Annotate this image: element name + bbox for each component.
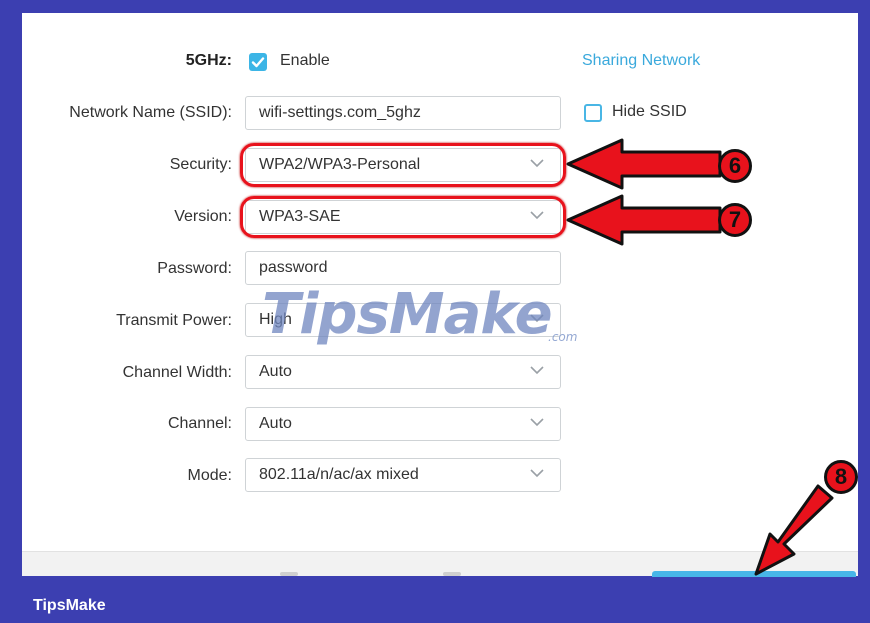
password-label: Password: bbox=[157, 260, 232, 277]
hide-ssid-checkbox[interactable] bbox=[584, 104, 602, 122]
mode-select[interactable]: 802.11a/n/ac/ax mixed bbox=[245, 458, 561, 492]
arrow-pointer-icon bbox=[566, 138, 722, 190]
channel-label: Channel: bbox=[167, 415, 232, 432]
ssid-label: Network Name (SSID): bbox=[69, 104, 232, 121]
chevron-down-icon bbox=[530, 418, 544, 427]
check-icon bbox=[251, 57, 265, 68]
sharing-network-link[interactable]: Sharing Network bbox=[582, 52, 700, 70]
step-6-badge: 6 bbox=[718, 149, 752, 183]
channel-width-select[interactable]: Auto bbox=[245, 355, 561, 389]
enable-checkbox[interactable] bbox=[249, 53, 267, 71]
password-input[interactable]: password bbox=[245, 251, 561, 285]
hide-ssid-label: Hide SSID bbox=[612, 103, 687, 120]
watermark-suffix: .com bbox=[548, 330, 578, 344]
channel-width-label: Channel Width: bbox=[122, 364, 232, 381]
watermark-logo: TipsMake bbox=[262, 282, 553, 347]
mode-value: 802.11a/n/ac/ax mixed bbox=[259, 466, 419, 483]
channel-select[interactable]: Auto bbox=[245, 407, 561, 441]
channel-width-value: Auto bbox=[259, 363, 292, 380]
band-label: 5GHz: bbox=[185, 52, 232, 69]
step-8-badge: 8 bbox=[824, 460, 858, 494]
security-highlight bbox=[240, 143, 566, 187]
arrow-pointer-icon bbox=[754, 484, 834, 576]
step-7-badge: 7 bbox=[718, 203, 752, 237]
password-value: password bbox=[259, 259, 328, 276]
version-label: Version: bbox=[174, 208, 232, 225]
footer-control[interactable] bbox=[280, 572, 298, 576]
security-label: Security: bbox=[169, 156, 232, 173]
mode-label: Mode: bbox=[187, 467, 232, 484]
brand-footer: TipsMake bbox=[33, 597, 106, 614]
footer-control[interactable] bbox=[443, 572, 461, 576]
chevron-down-icon bbox=[530, 469, 544, 478]
version-highlight bbox=[240, 196, 566, 238]
chevron-down-icon bbox=[530, 366, 544, 375]
ssid-value: wifi-settings.com_5ghz bbox=[259, 104, 421, 121]
channel-value: Auto bbox=[259, 415, 292, 432]
arrow-pointer-icon bbox=[566, 194, 722, 246]
ssid-input[interactable]: wifi-settings.com_5ghz bbox=[245, 96, 561, 130]
enable-label: Enable bbox=[280, 52, 330, 69]
transmit-power-label: Transmit Power: bbox=[116, 312, 232, 329]
